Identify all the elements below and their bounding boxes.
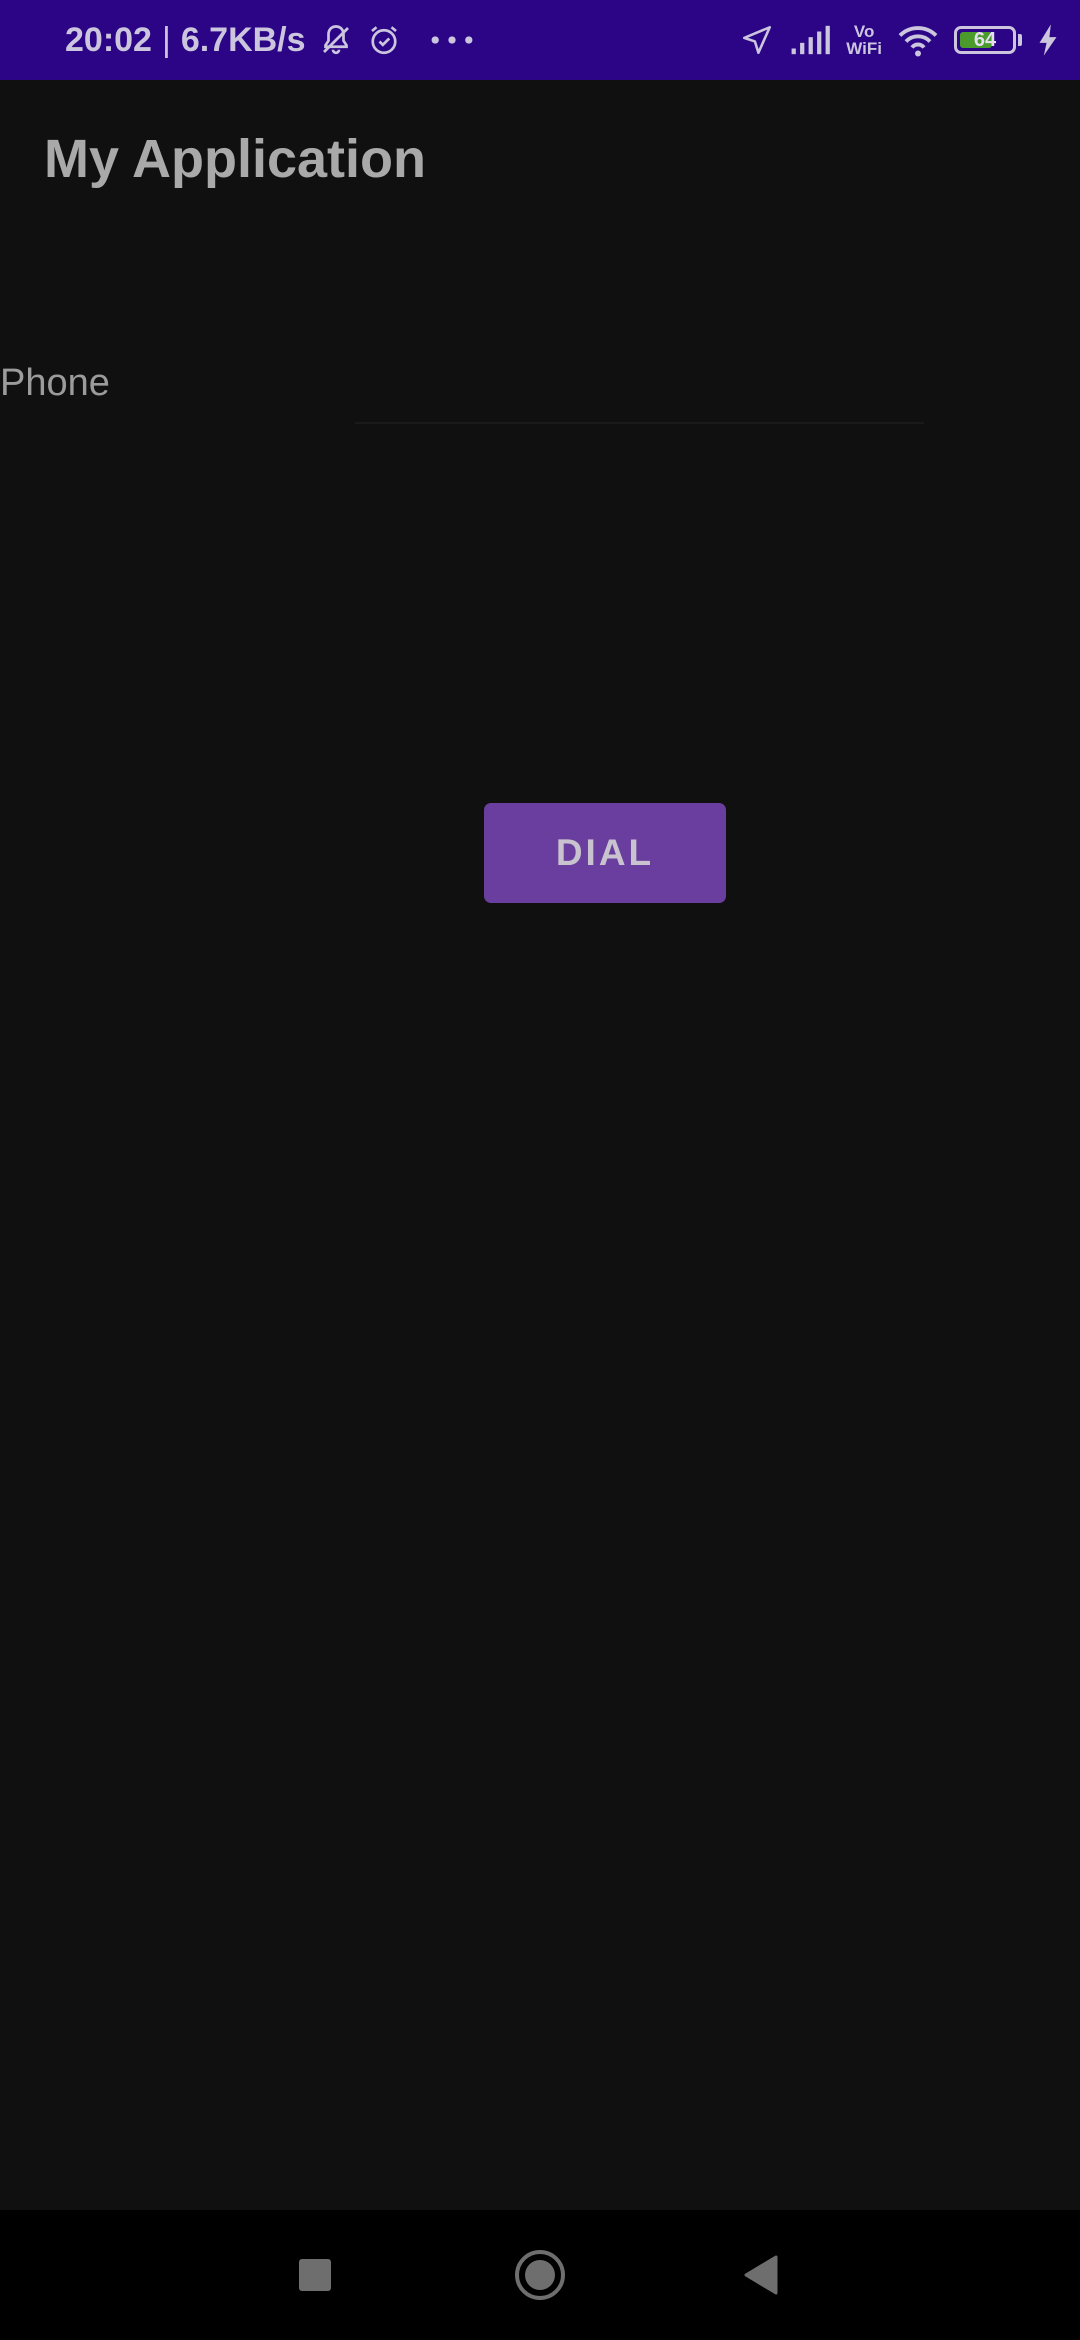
app-title: My Application (44, 129, 427, 189)
network-speed: 6.7KB/s (180, 20, 306, 59)
more-dots-icon (431, 36, 472, 44)
signal-icon (791, 25, 831, 55)
vowifi-bottom: WiFi (846, 39, 882, 58)
recents-square-icon (299, 2259, 331, 2291)
wifi-icon (898, 26, 938, 57)
home-button[interactable] (500, 2210, 580, 2340)
status-left: 20:02 | 6.7KB/s (65, 0, 480, 80)
status-bar: 20:02 | 6.7KB/s Vo WiFi 64 (0, 0, 1080, 80)
bell-off-icon (322, 25, 349, 55)
alarm-icon (370, 26, 397, 55)
vowifi-icon: Vo WiFi (846, 23, 882, 57)
recents-button[interactable] (275, 2210, 355, 2340)
dial-button[interactable]: DIAL (484, 803, 726, 903)
charging-bolt-icon (1039, 24, 1057, 56)
home-circle-icon (515, 2250, 565, 2300)
battery-tip (1018, 34, 1022, 46)
status-right: Vo WiFi 64 (740, 0, 1060, 80)
battery-icon: 64 (954, 26, 1016, 54)
status-time: 20:02 (65, 20, 152, 59)
phone-label: Phone (0, 362, 110, 404)
status-separator: | (161, 20, 171, 59)
back-triangle-icon (744, 2255, 778, 2295)
app-screen: 20:02 | 6.7KB/s Vo WiFi 64 My Applicatio… (0, 0, 1080, 2340)
battery-level: 64 (973, 28, 997, 51)
phone-input[interactable] (355, 330, 924, 424)
back-button[interactable] (720, 2210, 800, 2340)
navigation-bar (0, 2210, 1080, 2340)
location-arrow-icon (743, 25, 772, 55)
vowifi-top: Vo (853, 22, 875, 41)
